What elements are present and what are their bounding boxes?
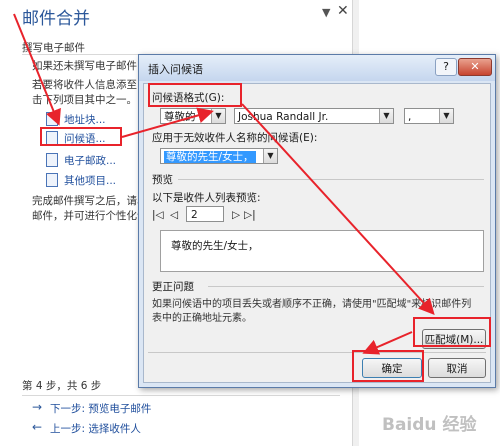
arrow-to-match-fields — [241, 103, 435, 315]
watermark-text: Baidu 经验 — [382, 415, 477, 435]
arrow-to-greeting-link — [13, 13, 61, 126]
arrow-to-ok — [362, 331, 413, 355]
annotation-arrows — [13, 13, 435, 355]
arrow-to-format — [121, 107, 214, 138]
